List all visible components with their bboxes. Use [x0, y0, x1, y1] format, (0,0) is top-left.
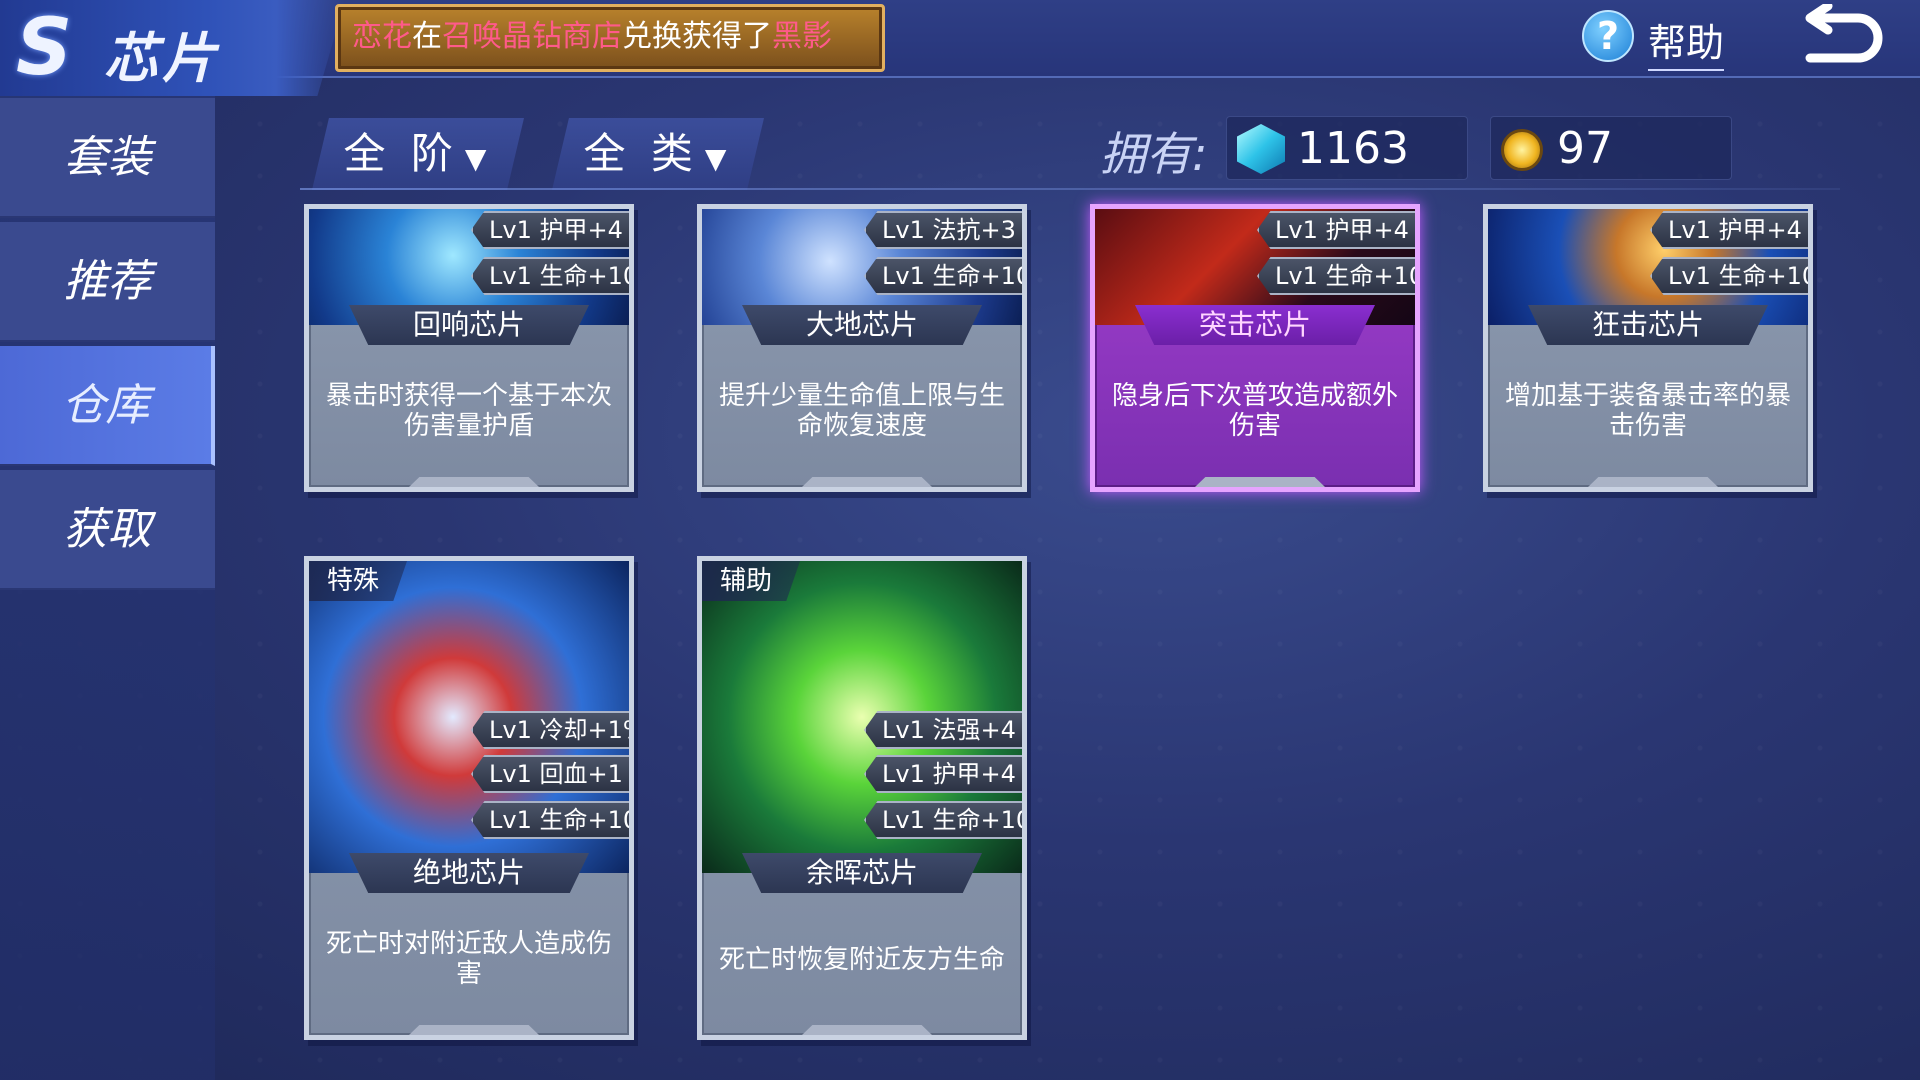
- back-button[interactable]: [1796, 1, 1886, 74]
- chip-name: 突击芯片: [1135, 305, 1375, 345]
- chip-description: 死亡时恢复附近友方生命: [718, 945, 1005, 975]
- chip-description: 隐身后下次普攻造成额外伤害: [1111, 381, 1398, 441]
- stat-badge: Lv1 生命+10: [864, 257, 1022, 295]
- sidebar-item-label: 获取: [63, 504, 152, 555]
- sidebar-item-label: 套装: [63, 132, 152, 183]
- chip-description: 死亡时对附近敌人造成伤害: [325, 929, 612, 989]
- card-notch: [409, 477, 539, 487]
- question-circle-icon: ?: [1582, 10, 1634, 62]
- chip-card[interactable]: Lv1 护甲+4 Lv1 生命+10 狂击芯片 增加基于装备暴击率的暴击伤害: [1483, 204, 1813, 492]
- chip-card[interactable]: Lv1 护甲+4 Lv1 生命+10 回响芯片 暴击时获得一个基于本次伤害量护盾: [304, 204, 634, 492]
- ticker-text-1: 在: [412, 19, 442, 54]
- chevron-down-icon: ▼: [704, 142, 733, 175]
- chip-card[interactable]: 特殊 Lv1 冷却+1% Lv1 回血+1 Lv1 生命+10 绝地芯片 死亡时…: [304, 556, 634, 1040]
- sidebar-item-recommended[interactable]: 推荐: [0, 222, 215, 342]
- help-label: 帮助: [1648, 12, 1725, 71]
- sidebar-item-label: 仓库: [61, 380, 150, 431]
- gem-count: 1163: [1297, 123, 1409, 174]
- card-notch: [1195, 477, 1325, 487]
- ticker-item: 黑影: [772, 19, 832, 54]
- stat-badge: Lv1 生命+10: [1650, 257, 1808, 295]
- chip-name: 狂击芯片: [1528, 305, 1768, 345]
- stat-badge: Lv1 生命+10: [471, 257, 629, 295]
- card-notch: [1588, 477, 1718, 487]
- chip-name: 绝地芯片: [349, 853, 589, 893]
- stat-badge: Lv1 生命+10: [1257, 257, 1415, 295]
- stat-badge: Lv1 回血+1: [471, 755, 629, 793]
- chip-name: 余晖芯片: [742, 853, 982, 893]
- chip-card[interactable]: Lv1 法抗+3 Lv1 生命+10 大地芯片 提升少量生命值上限与生命恢复速度: [697, 204, 1027, 492]
- chip-description: 暴击时获得一个基于本次伤害量护盾: [325, 381, 612, 441]
- category-filter-label: 全 类: [583, 129, 699, 178]
- sidebar-item-warehouse[interactable]: 仓库: [0, 346, 215, 466]
- gem-balance: 1163: [1226, 116, 1468, 180]
- coin-balance: 97: [1490, 116, 1732, 180]
- chip-type-tag: 辅助: [702, 561, 801, 601]
- stat-badge: Lv1 护甲+4: [1257, 211, 1415, 249]
- page-title: 芯片: [104, 27, 220, 90]
- stat-badge: Lv1 法强+4: [864, 711, 1022, 749]
- help-button[interactable]: ? 帮助: [1582, 6, 1742, 71]
- stat-badge: Lv1 护甲+4: [1650, 211, 1808, 249]
- chip-card[interactable]: 辅助 Lv1 法强+4 Lv1 护甲+4 Lv1 生命+10 余晖芯片 死亡时恢…: [697, 556, 1027, 1040]
- ticker-shop: 召唤晶钻商店: [442, 19, 622, 54]
- stat-badge: Lv1 生命+10: [864, 801, 1022, 839]
- stat-badge: Lv1 生命+10: [471, 801, 629, 839]
- gem-icon: [1237, 124, 1285, 174]
- divider: [300, 188, 1840, 190]
- chip-name: 大地芯片: [742, 305, 982, 345]
- chip-name: 回响芯片: [349, 305, 589, 345]
- coin-count: 97: [1557, 123, 1613, 174]
- tier-filter-dropdown[interactable]: 全 阶 ▼: [312, 118, 524, 190]
- chip-type-tag: 特殊: [309, 561, 408, 601]
- card-notch: [802, 477, 932, 487]
- chip-description: 提升少量生命值上限与生命恢复速度: [718, 381, 1005, 441]
- announcement-ticker: 恋花在召唤晶钻商店兑换获得了黑影: [335, 4, 885, 72]
- tier-filter-label: 全 阶: [343, 129, 459, 178]
- chip-card-selected[interactable]: Lv1 护甲+4 Lv1 生命+10 突击芯片 隐身后下次普攻造成额外伤害: [1090, 204, 1420, 492]
- card-notch: [409, 1025, 539, 1035]
- ticker-text-2: 兑换获得了: [622, 19, 772, 54]
- return-arrow-icon: [1805, 1, 1883, 63]
- stat-badge: Lv1 法抗+3: [864, 211, 1022, 249]
- stat-badge: Lv1 护甲+4: [471, 211, 629, 249]
- stat-badge: Lv1 冷却+1%: [471, 711, 629, 749]
- sidebar-item-suits[interactable]: 套装: [0, 98, 215, 218]
- chevron-down-icon: ▼: [464, 142, 493, 175]
- sidebar-item-obtain[interactable]: 获取: [0, 470, 215, 590]
- category-filter-dropdown[interactable]: 全 类 ▼: [552, 118, 764, 190]
- chip-logo-icon: S: [16, 3, 73, 93]
- chip-description: 增加基于装备暴击率的暴击伤害: [1504, 381, 1791, 441]
- ticker-player: 恋花: [352, 19, 412, 54]
- stat-badge: Lv1 护甲+4: [864, 755, 1022, 793]
- sidebar-item-label: 推荐: [63, 256, 152, 307]
- card-notch: [802, 1025, 932, 1035]
- own-label: 拥有:: [1100, 127, 1208, 181]
- coin-icon: [1501, 129, 1543, 171]
